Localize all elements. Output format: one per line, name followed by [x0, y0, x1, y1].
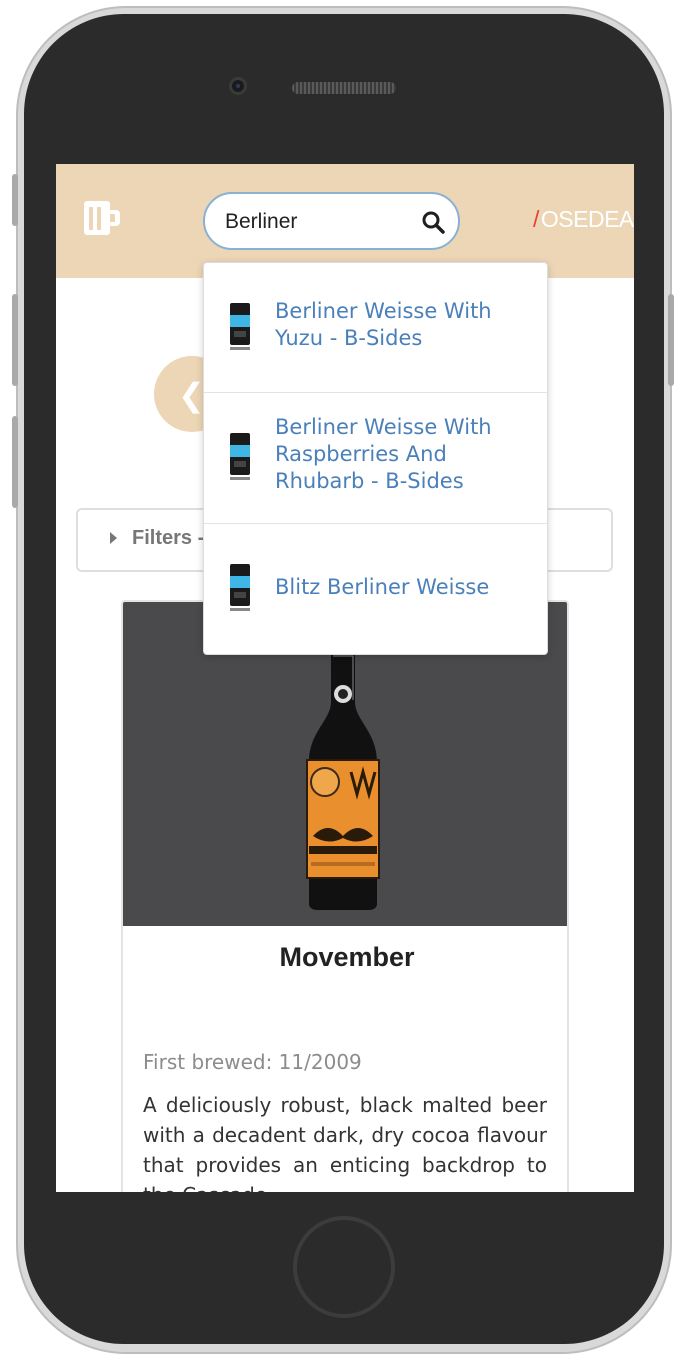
- beer-keg-icon: [230, 303, 250, 350]
- beer-first-brewed: First brewed: 11/2009: [143, 1050, 362, 1074]
- beer-bottle-image: [306, 652, 380, 910]
- search-icon[interactable]: [421, 210, 445, 234]
- beer-keg-icon: [230, 433, 250, 480]
- front-camera-icon: [229, 77, 247, 95]
- home-button[interactable]: [293, 1216, 395, 1318]
- brand-name: OSEDEA: [540, 206, 634, 232]
- beer-card[interactable]: Movember First brewed: 11/2009 A delicio…: [121, 600, 569, 1192]
- beer-keg-icon: [230, 564, 250, 611]
- speaker-grille: [292, 82, 396, 94]
- brand-logo[interactable]: /OSEDEA: [533, 206, 634, 233]
- suggestion-item[interactable]: Blitz Berliner Weisse: [204, 524, 547, 654]
- power-button: [668, 294, 674, 386]
- suggestion-item[interactable]: Berliner Weisse With Raspberries And Rhu…: [204, 393, 547, 524]
- suggestion-item[interactable]: Berliner Weisse With Yuzu - B-Sides: [204, 263, 547, 393]
- suggestion-label: Berliner Weisse With Yuzu - B-Sides: [275, 299, 492, 350]
- suggestion-label: Blitz Berliner Weisse: [275, 575, 490, 599]
- search-suggestions: Berliner Weisse With Yuzu - B-Sides Berl…: [203, 262, 548, 655]
- chevron-left-icon: ❮: [178, 376, 205, 414]
- search-box[interactable]: [203, 192, 460, 250]
- app-header: /OSEDEA: [56, 164, 634, 278]
- beer-mug-icon[interactable]: [82, 198, 122, 238]
- beer-name: Movember: [279, 942, 415, 972]
- brand-slash: /: [533, 206, 539, 232]
- beer-description: A deliciously robust, black malted beer …: [143, 1093, 547, 1192]
- volume-down-button: [12, 416, 18, 508]
- caret-right-icon: [110, 532, 117, 544]
- mute-switch: [12, 174, 18, 226]
- filters-label: Filters -: [132, 527, 205, 549]
- suggestion-label: Berliner Weisse With Raspberries And Rhu…: [275, 415, 492, 493]
- app-screen: /OSEDEA ❮ Filters - Movember First: [56, 164, 634, 1192]
- volume-up-button: [12, 294, 18, 386]
- search-input[interactable]: [225, 208, 405, 236]
